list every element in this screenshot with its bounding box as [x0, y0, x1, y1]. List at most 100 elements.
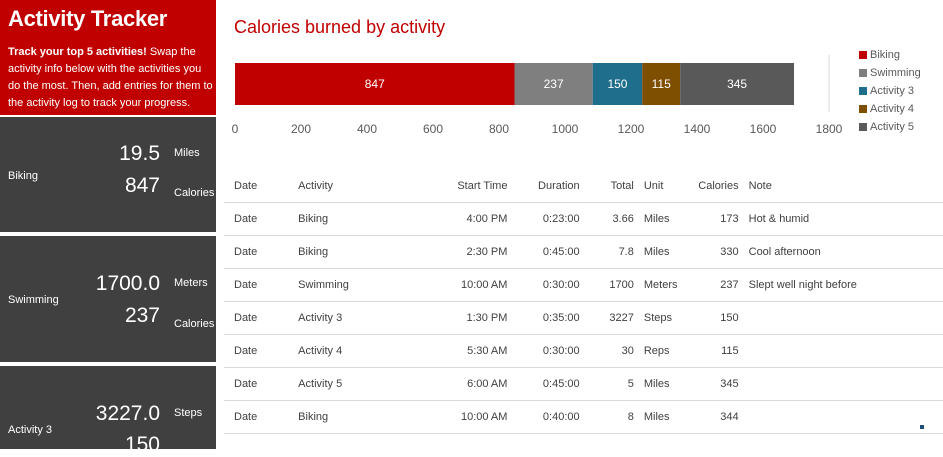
cell-start-time[interactable]: 1:30 PM — [376, 301, 508, 335]
col-header-calories[interactable]: Calories — [696, 170, 739, 203]
cell-start-time[interactable]: 4:00 PM — [376, 202, 508, 236]
x-tick-label: 1600 — [750, 122, 777, 136]
cell-unit[interactable]: Miles — [633, 202, 697, 236]
legend-item[interactable]: Swimming — [859, 64, 921, 82]
cell-duration[interactable]: 0:35:00 — [507, 301, 580, 335]
legend-item[interactable]: Activity 5 — [859, 118, 921, 136]
cell-activity[interactable]: Biking — [288, 400, 377, 434]
legend-item[interactable]: Biking — [859, 46, 921, 64]
cell-total[interactable]: 3227 — [579, 301, 634, 335]
cell-date[interactable]: Date — [224, 202, 289, 236]
legend-label: Biking — [870, 49, 900, 61]
activity-card-activity-3[interactable]: Activity 3 3227.0 Steps 150 — [0, 366, 216, 456]
legend-label: Activity 4 — [870, 103, 915, 115]
cell-calories[interactable]: 150 — [696, 301, 739, 335]
cell-calories[interactable]: 115 — [696, 334, 739, 368]
col-header-duration[interactable]: Duration — [507, 170, 580, 203]
cell-calories[interactable]: 330 — [696, 235, 739, 269]
cell-calories[interactable]: 344 — [696, 400, 739, 434]
x-tick-label: 800 — [489, 122, 509, 136]
cell-unit[interactable]: Reps — [633, 334, 697, 368]
data-label: 150 — [607, 77, 627, 91]
card-total-value: 1700.0 — [95, 272, 160, 295]
table-row: Date Activity 3 1:30 PM 0:35:00 3227 Steps 150 — [224, 301, 943, 335]
cell-duration[interactable]: 0:30:00 — [507, 268, 580, 302]
cell-start-time[interactable]: 6:00 AM — [376, 367, 508, 401]
cell-duration[interactable]: 0:30:00 — [507, 334, 580, 368]
cell-total[interactable]: 5 — [579, 367, 634, 401]
cell-date[interactable]: Date — [224, 235, 289, 269]
cell-activity[interactable]: Activity 3 — [288, 301, 377, 335]
cell-date[interactable]: Date — [224, 268, 289, 302]
legend-swatch — [859, 87, 867, 95]
cell-activity[interactable]: Activity 4 — [288, 334, 377, 368]
cell-unit[interactable]: Miles — [633, 235, 697, 269]
card-calories-label: Calories — [174, 187, 215, 199]
legend-swatch — [859, 105, 867, 113]
cell-activity[interactable]: Biking — [288, 202, 377, 236]
col-header-activity[interactable]: Activity — [288, 170, 377, 203]
legend-item[interactable]: Activity 3 — [859, 82, 921, 100]
cell-duration[interactable]: 0:45:00 — [507, 235, 580, 269]
cell-note[interactable]: Slept well night before — [738, 268, 943, 302]
cell-start-time[interactable]: 2:30 PM — [376, 235, 508, 269]
cell-date[interactable]: Date — [224, 367, 289, 401]
data-label: 237 — [544, 77, 564, 91]
table-row: Date Swimming 10:00 AM 0:30:00 1700 Meters 237… — [224, 268, 943, 302]
cell-date[interactable]: Date — [224, 334, 289, 368]
cell-start-time[interactable]: 10:00 AM — [376, 400, 508, 434]
cell-unit[interactable]: Meters — [633, 268, 697, 302]
x-tick-label: 400 — [357, 122, 377, 136]
cell-note[interactable] — [738, 367, 943, 401]
cell-note[interactable]: Hot & humid — [738, 202, 943, 236]
col-header-total[interactable]: Total — [579, 170, 634, 203]
cell-activity[interactable]: Activity 5 — [288, 367, 377, 401]
table-row: Date Biking 10:00 AM 0:40:00 8 Miles 344 — [224, 400, 943, 434]
data-label: 345 — [727, 77, 747, 91]
cell-date[interactable]: Date — [224, 400, 289, 434]
legend-label: Swimming — [870, 67, 921, 79]
col-header-unit[interactable]: Unit — [633, 170, 697, 203]
cell-total[interactable]: 1700 — [579, 268, 634, 302]
cell-duration[interactable]: 0:45:00 — [507, 367, 580, 401]
activity-log-table: Date Activity Start Time Duration Total … — [224, 170, 943, 434]
legend-item[interactable]: Activity 4 — [859, 100, 921, 118]
cell-unit[interactable]: Miles — [633, 400, 697, 434]
card-calories-value: 150 — [124, 433, 160, 456]
legend-swatch — [859, 123, 867, 131]
card-calories-label: Calories — [174, 318, 215, 330]
cell-activity[interactable]: Biking — [288, 235, 377, 269]
cell-start-time[interactable]: 5:30 AM — [376, 334, 508, 368]
cell-note[interactable] — [738, 334, 943, 368]
cell-date[interactable]: Date — [224, 301, 289, 335]
card-activity-name: Biking — [8, 170, 38, 182]
table-header-row: Date Activity Start Time Duration Total … — [224, 170, 943, 203]
cell-note[interactable] — [738, 400, 943, 434]
cell-unit[interactable]: Steps — [633, 301, 697, 335]
cell-calories[interactable]: 237 — [696, 268, 739, 302]
cell-total[interactable]: 30 — [579, 334, 634, 368]
data-label: 847 — [365, 77, 385, 91]
chart-legend: Biking Swimming Activity 3 Activity 4 Activi… — [859, 46, 921, 136]
col-header-date[interactable]: Date — [224, 170, 289, 203]
cell-activity[interactable]: Swimming — [288, 268, 377, 302]
x-tick-label: 0 — [232, 122, 239, 136]
x-tick-label: 600 — [423, 122, 443, 136]
table-resize-handle[interactable] — [920, 425, 924, 429]
cell-note[interactable]: Cool afternoon — [738, 235, 943, 269]
col-header-start-time[interactable]: Start Time — [376, 170, 508, 203]
cell-unit[interactable]: Miles — [633, 367, 697, 401]
cell-start-time[interactable]: 10:00 AM — [376, 268, 508, 302]
cell-total[interactable]: 3.66 — [579, 202, 634, 236]
cell-total[interactable]: 7.8 — [579, 235, 634, 269]
cell-total[interactable]: 8 — [579, 400, 634, 434]
cell-note[interactable] — [738, 301, 943, 335]
cell-calories[interactable]: 173 — [696, 202, 739, 236]
card-calories-value: 237 — [124, 304, 160, 327]
cell-calories[interactable]: 345 — [696, 367, 739, 401]
cell-duration[interactable]: 0:23:00 — [507, 202, 580, 236]
activity-card-swimming[interactable]: Swimming 1700.0 Meters 237 Calories — [0, 236, 216, 362]
col-header-note[interactable]: Note — [738, 170, 943, 203]
table-row: Date Activity 5 6:00 AM 0:45:00 5 Miles 345 — [224, 367, 943, 401]
cell-duration[interactable]: 0:40:00 — [507, 400, 580, 434]
